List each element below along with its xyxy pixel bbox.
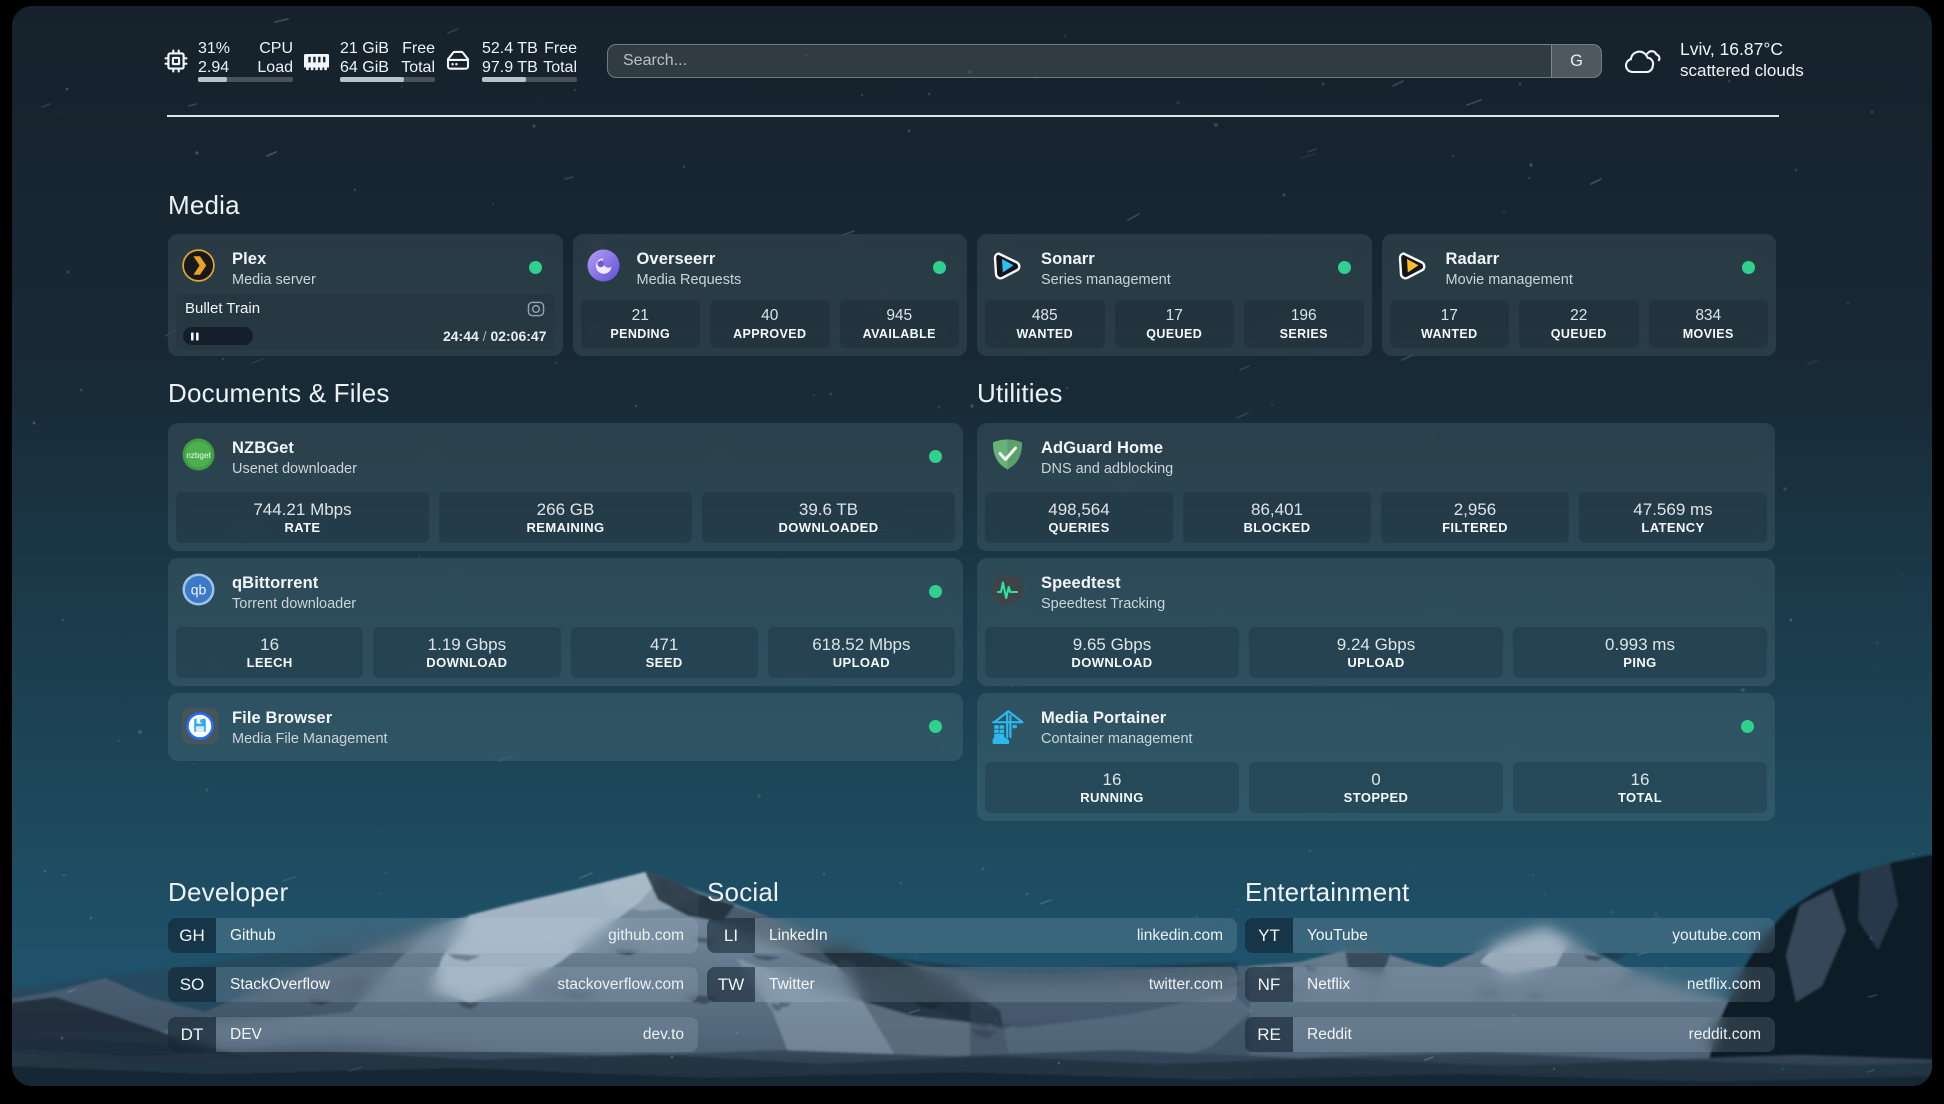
svg-text:qb: qb (191, 582, 207, 598)
svg-text:nzbget: nzbget (186, 451, 211, 460)
